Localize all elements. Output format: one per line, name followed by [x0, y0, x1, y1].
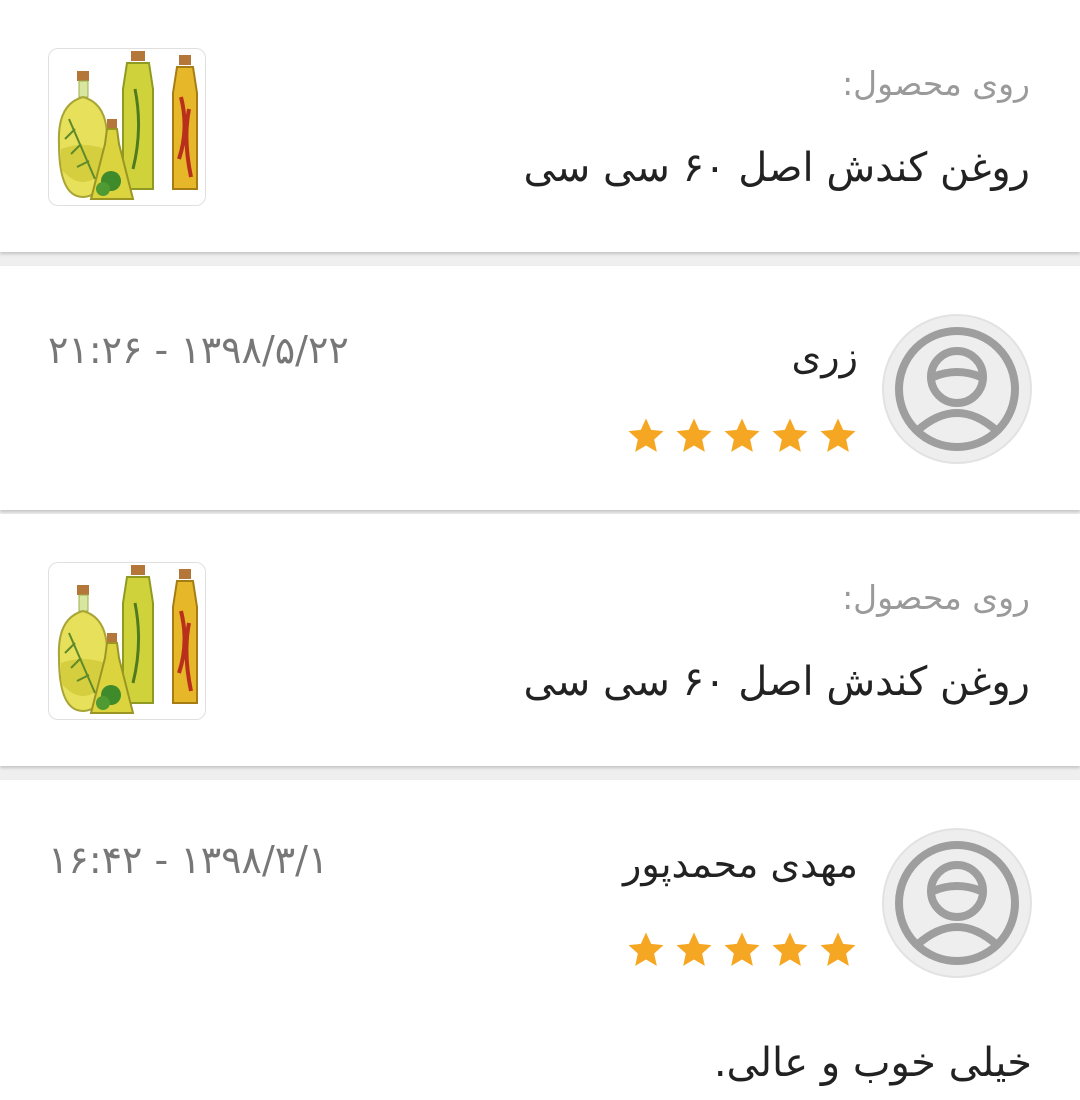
- star-icon: [628, 932, 664, 966]
- star-icon: [820, 418, 856, 452]
- product-thumbnail[interactable]: [48, 562, 206, 720]
- oil-bottles-image: [57, 51, 198, 200]
- product-label: روی محصول:: [842, 64, 1030, 103]
- oil-bottles-image: [57, 565, 198, 714]
- star-icon: [772, 418, 808, 452]
- star-icon: [772, 932, 808, 966]
- product-thumbnail[interactable]: [48, 48, 206, 206]
- user-avatar-icon[interactable]: [882, 828, 1032, 978]
- comment-datetime: ۱۶:۴۲ - ۱۳۹۸/۳/۱: [48, 838, 329, 882]
- comment-card: زری ۲۱:۲۶ - ۱۳۹۸/۵/۲۲: [0, 266, 1080, 510]
- star-icon: [820, 932, 856, 966]
- star-icon: [628, 418, 664, 452]
- comment-author: مهدی محمدپور: [623, 842, 858, 886]
- star-icon: [676, 418, 712, 452]
- product-card[interactable]: روی محصول: روغن کندش اصل ۶۰ سی سی: [0, 0, 1080, 252]
- product-name[interactable]: روغن کندش اصل ۶۰ سی سی: [523, 659, 1030, 705]
- product-label: روی محصول:: [842, 578, 1030, 617]
- comment-card: مهدی محمدپور ۱۶:۴۲ - ۱۳۹۸/۳/۱ خیلی خوب و…: [0, 780, 1080, 1100]
- rating-stars: [626, 416, 858, 456]
- rating-stars: [626, 930, 858, 970]
- product-name[interactable]: روغن کندش اصل ۶۰ سی سی: [523, 145, 1030, 191]
- comment-text: خیلی خوب و عالی.: [713, 1040, 1032, 1086]
- user-avatar-icon[interactable]: [882, 314, 1032, 464]
- star-icon: [724, 418, 760, 452]
- star-icon: [676, 932, 712, 966]
- comment-author: زری: [791, 334, 858, 378]
- product-card[interactable]: روی محصول: روغن کندش اصل ۶۰ سی سی: [0, 514, 1080, 766]
- comment-datetime: ۲۱:۲۶ - ۱۳۹۸/۵/۲۲: [48, 328, 349, 372]
- star-icon: [724, 932, 760, 966]
